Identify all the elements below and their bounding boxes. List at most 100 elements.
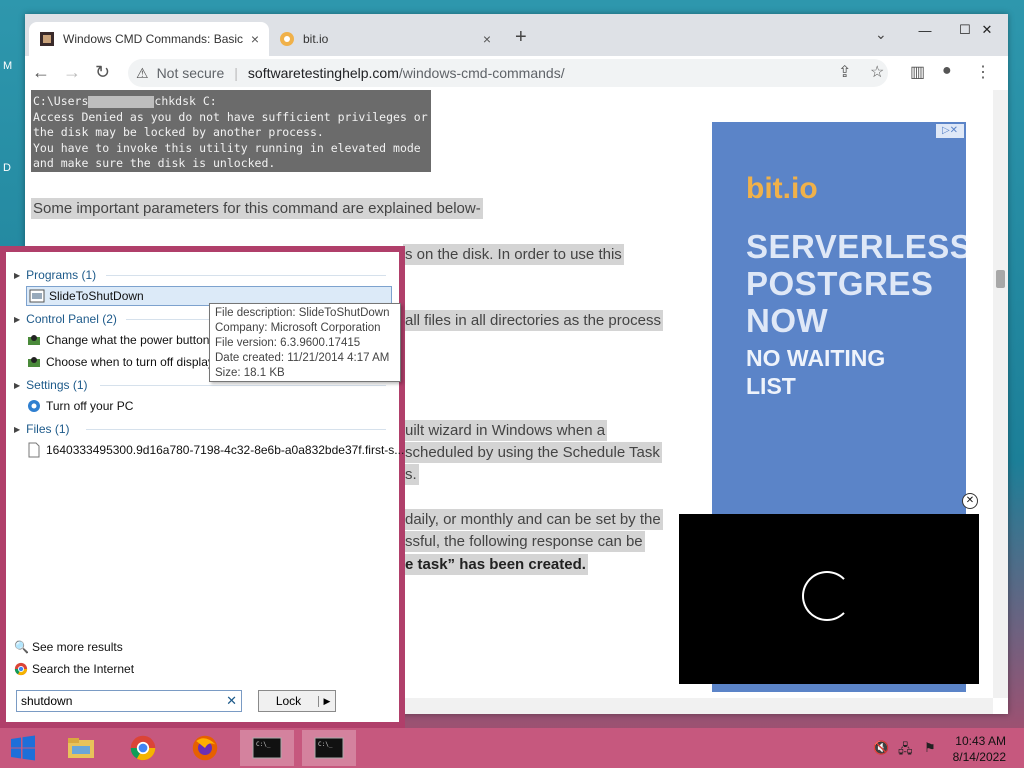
close-window-icon[interactable]: ✕ (966, 14, 1008, 46)
see-more-results[interactable]: 🔍 See more results (14, 640, 123, 654)
start-search-input[interactable]: shutdown ✕ (16, 690, 242, 712)
menu-kebab-icon[interactable]: ⋮ (975, 62, 991, 82)
site-favicon-icon (40, 32, 54, 46)
clock-time: 10:43 AM (955, 734, 1006, 748)
result-label: SlideToShutDown (49, 289, 144, 303)
ad-headline: SERVERLESS POSTGRES NOW (746, 228, 966, 339)
category-programs[interactable]: ▶ Programs (1) (14, 268, 96, 282)
scroll-thumb[interactable] (996, 270, 1005, 288)
side-panel-icon[interactable]: ▥ (910, 62, 925, 82)
paragraph-fragment: e task” has been created. (403, 554, 588, 575)
video-player[interactable] (679, 514, 979, 684)
category-control-panel[interactable]: ▶ Control Panel (2) (14, 312, 117, 326)
tooltip-line: File version: 6.3.9600.17415 (215, 337, 361, 349)
svg-text:C:\_: C:\_ (256, 741, 271, 748)
power-options-icon (28, 335, 40, 345)
category-settings[interactable]: ▶ Settings (1) (14, 378, 88, 392)
vertical-scrollbar[interactable] (993, 90, 1008, 698)
chrome-taskbar-button[interactable] (116, 730, 170, 766)
expand-triangle-icon: ▶ (14, 424, 21, 434)
new-tab-button[interactable]: + (515, 26, 527, 49)
ad-choices-icon[interactable]: ▷✕ (936, 124, 964, 138)
browser-toolbar: ← → ↻ ⚠ Not secure | softwaretestinghelp… (25, 56, 1008, 91)
chrome-icon (14, 662, 28, 676)
chrome-icon (130, 735, 156, 761)
volume-muted-icon[interactable]: 🔇 (873, 740, 889, 756)
ad-headline-line: SERVERLESS (746, 228, 966, 265)
tab-windows-cmd[interactable]: Windows CMD Commands: Basic × (29, 22, 269, 56)
forward-icon[interactable]: → (63, 62, 81, 83)
category-files[interactable]: ▶ Files (1) (14, 422, 70, 436)
expand-triangle-icon: ▶ (14, 270, 21, 280)
tab-strip: Windows CMD Commands: Basic × bit.io × +… (25, 14, 1008, 56)
system-clock[interactable]: 10:43 AM 8/14/2022 (953, 733, 1006, 765)
code-line: chkdsk C: (154, 94, 217, 108)
tooltip-line: Company: Microsoft Corporation (215, 322, 381, 334)
bookmark-star-icon[interactable]: ☆ (870, 62, 884, 82)
app-window-icon (29, 289, 45, 303)
result-turn-off-display[interactable]: Choose when to turn off display (26, 352, 214, 372)
cmd-taskbar-button[interactable]: C:\_ (302, 730, 356, 766)
code-block: C:\Users chkdsk C: Access Denied as you d… (31, 90, 431, 172)
tooltip-line: Date created: 11/21/2014 4:17 AM (215, 352, 390, 364)
clock-date: 8/14/2022 (952, 750, 1006, 764)
video-close-icon[interactable]: ✕ (962, 493, 978, 509)
windows-logo-icon (11, 735, 35, 761)
result-label: Turn off your PC (46, 399, 134, 413)
category-label: Control Panel (2) (26, 312, 117, 326)
result-power-buttons[interactable]: Change what the power buttons do (26, 330, 232, 350)
paragraph-fragment: all files in all directories as the proc… (403, 310, 663, 331)
code-line: and make sure the disk is unlocked. (33, 156, 276, 170)
paragraph-fragment: ssful, the following response can be (403, 531, 645, 552)
power-options-icon (28, 357, 40, 367)
tab-bitio[interactable]: bit.io × (269, 22, 501, 56)
loading-spinner-icon (802, 571, 852, 621)
paragraph-fragment: s. (403, 464, 419, 485)
search-icon: 🔍 (14, 640, 29, 654)
share-icon[interactable]: ⇪ (838, 62, 851, 82)
action-center-flag-icon[interactable]: ⚑ (924, 740, 936, 756)
tab-search-chevron-icon[interactable]: ⌄ (875, 26, 887, 43)
clear-search-icon[interactable]: ✕ (226, 693, 237, 709)
cmd-icon: C:\_ (314, 737, 344, 759)
desktop-icon-stub: D (3, 162, 11, 174)
firefox-icon (192, 735, 218, 761)
network-icon[interactable]: 🖧 (898, 740, 913, 762)
reload-icon[interactable]: ↻ (95, 62, 110, 83)
redacted-username (88, 95, 155, 108)
lock-button[interactable]: Lock ▶ (258, 690, 336, 712)
minimize-icon[interactable]: — (904, 14, 946, 46)
address-bar[interactable]: ⚠ Not secure | softwaretestinghelp.com/w… (128, 59, 888, 87)
warning-icon: ⚠ (136, 64, 149, 81)
divider (86, 429, 386, 430)
result-label: Change what the power buttons do (46, 333, 233, 347)
ad-brand: bit.io (746, 172, 818, 205)
search-internet-label: Search the Internet (32, 662, 135, 676)
file-tooltip: File description: SlideToShutDown Compan… (209, 303, 401, 382)
paragraph-fragment: scheduled by using the Schedule Task (403, 442, 662, 463)
divider: | (234, 65, 238, 81)
tab-title: bit.io (303, 32, 329, 46)
result-file[interactable]: 1640333495300.9d16a780-7198-4c32-8e6b-a0… (26, 440, 404, 460)
url-path: /windows-cmd-commands/ (398, 65, 565, 81)
profile-avatar-icon[interactable]: ● (942, 62, 952, 80)
result-label: Choose when to turn off display (46, 355, 214, 369)
ad-headline-line: POSTGRES (746, 265, 934, 302)
search-internet[interactable]: Search the Internet (14, 662, 134, 676)
back-icon[interactable]: ← (32, 62, 50, 83)
file-icon (28, 442, 40, 458)
power-options-arrow-icon[interactable]: ▶ (318, 695, 335, 707)
start-button[interactable] (0, 730, 46, 766)
tab-close-button[interactable]: × (483, 31, 491, 47)
code-line: You have to invoke this utility running … (33, 140, 421, 155)
svg-text:C:\_: C:\_ (318, 741, 333, 748)
url-host: softwaretestinghelp.com (247, 65, 399, 81)
cmd-taskbar-button[interactable]: C:\_ (240, 730, 294, 766)
result-turn-off-pc[interactable]: Turn off your PC (26, 396, 133, 416)
tab-close-button[interactable]: × (251, 31, 259, 47)
tooltip-line: Size: 18.1 KB (215, 367, 285, 379)
firefox-taskbar-button[interactable] (178, 730, 232, 766)
file-explorer-button[interactable] (54, 730, 108, 766)
divider (100, 385, 386, 386)
ad-sub-line: NO WAITING (746, 345, 886, 371)
